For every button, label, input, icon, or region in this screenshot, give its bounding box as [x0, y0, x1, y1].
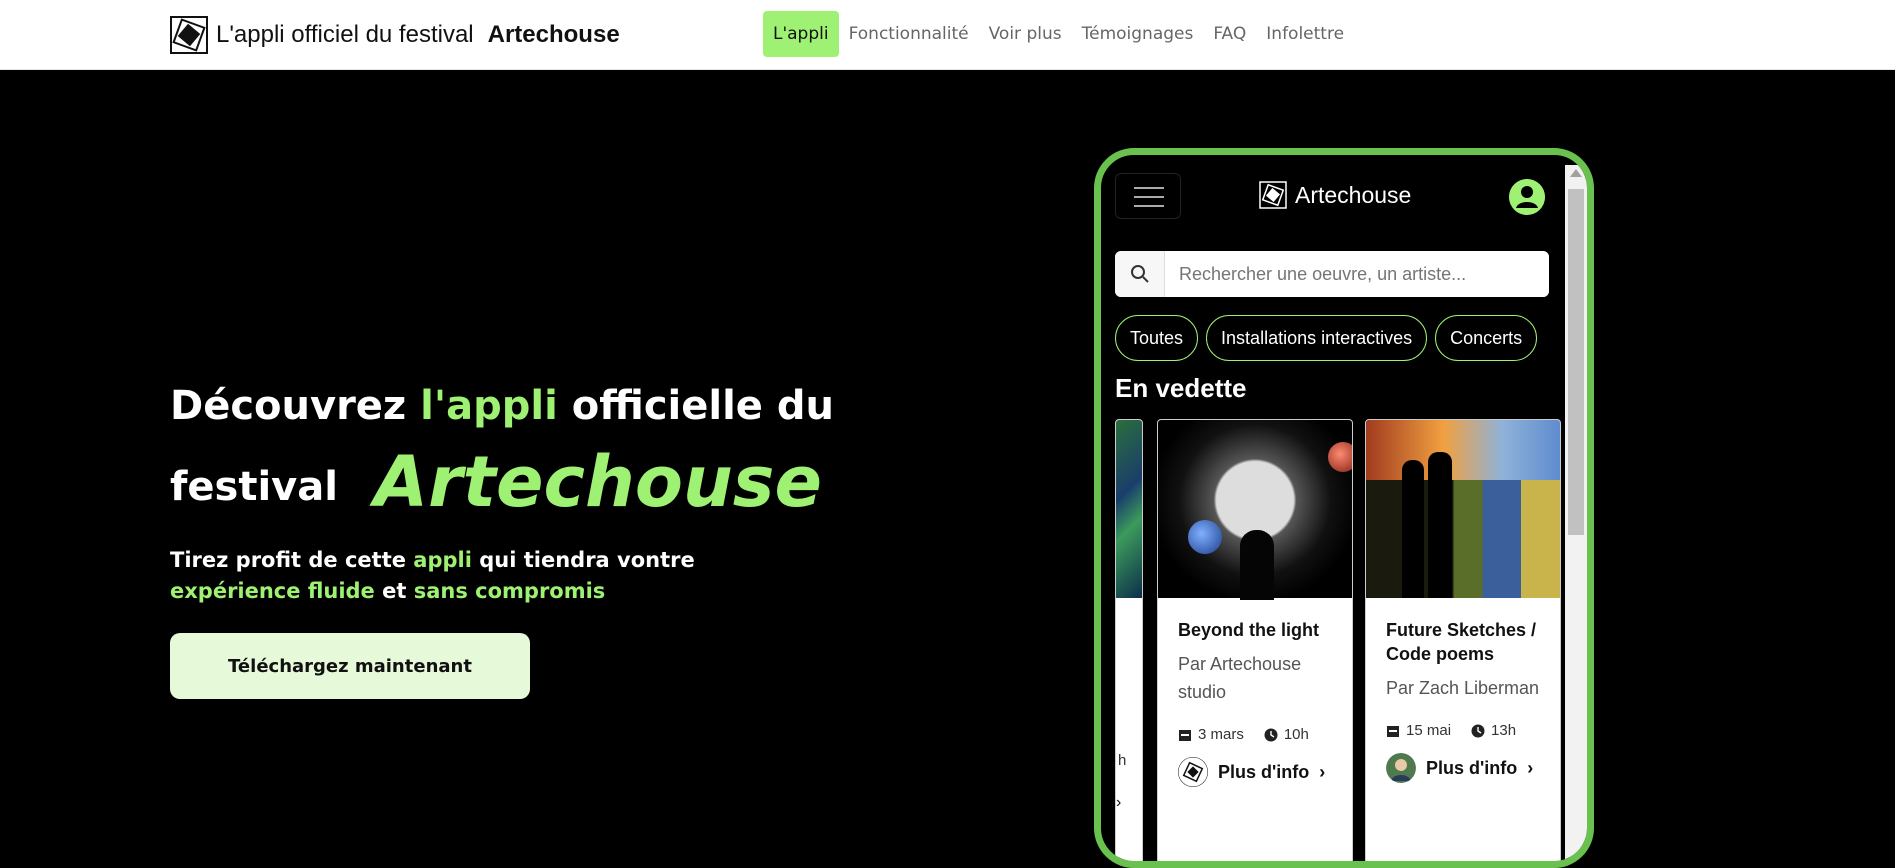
- chevron-right-icon: ›: [1116, 794, 1122, 811]
- sub-green2: expérience fluide: [170, 579, 375, 603]
- download-button[interactable]: Téléchargez maintenant: [170, 633, 530, 699]
- nav-fonctionnalite[interactable]: Fonctionnalité: [839, 10, 979, 58]
- brand-name: Artechouse: [487, 21, 620, 48]
- chip-installations[interactable]: Installations interactives: [1206, 315, 1428, 361]
- nav-faq[interactable]: FAQ: [1203, 10, 1256, 58]
- card-image: [1158, 420, 1352, 600]
- menu-line-icon: [1134, 187, 1164, 189]
- more-info-link[interactable]: Plus d'info ›: [1178, 757, 1332, 787]
- screen-colors-shape: [1366, 420, 1560, 480]
- nav-voir-plus[interactable]: Voir plus: [979, 10, 1072, 58]
- event-card-partial[interactable]: h ›: [1115, 419, 1143, 861]
- sub-green3: sans compromis: [413, 579, 606, 603]
- card-title: Future Sketches / Code poems: [1386, 620, 1537, 664]
- silhouette-shape: [1240, 530, 1274, 600]
- card-date-text: 3 mars: [1198, 726, 1244, 743]
- card-date: 3 mars: [1178, 726, 1244, 743]
- scrollbar-thumb[interactable]: [1568, 189, 1584, 535]
- card-artist: Par Zach Liberman: [1386, 678, 1540, 698]
- nav-infolettre[interactable]: Infolettre: [1256, 10, 1354, 58]
- search-bar: [1115, 251, 1549, 297]
- brand-prefix: L'appli officiel du festival: [216, 21, 474, 48]
- scroll-up-arrow-icon[interactable]: [1570, 169, 1582, 177]
- sub-part2: qui tiendra vontre: [479, 548, 695, 572]
- top-navbar: L'appli officiel du festival Artechouse …: [0, 0, 1895, 70]
- card-meta: 15 mai 13h: [1386, 722, 1540, 739]
- silhouette-shape: [1402, 460, 1424, 598]
- app-title[interactable]: Artechouse: [1259, 181, 1411, 209]
- headline-part1: Découvrez: [170, 383, 407, 429]
- headline-brand: Artechouse: [373, 441, 822, 523]
- headline-green: l'appli: [420, 383, 558, 429]
- card-time-text: 13h: [1491, 722, 1517, 739]
- chip-concerts[interactable]: Concerts: [1435, 315, 1538, 361]
- card-artist: Par Artechouse studio: [1178, 654, 1302, 702]
- planet-shape: [1188, 520, 1222, 554]
- card-time: 10h: [1264, 726, 1309, 743]
- featured-heading: En vedette: [1115, 373, 1247, 403]
- chevron-right-icon: ›: [1527, 757, 1534, 778]
- card-time: 13h: [1471, 722, 1516, 739]
- phone-mockup: Artechouse Toutes Installations interact…: [1094, 148, 1594, 868]
- app-title-text: Artechouse: [1295, 181, 1412, 208]
- event-card[interactable]: Future Sketches / Code poems Par Zach Li…: [1365, 419, 1561, 861]
- menu-line-icon: [1134, 196, 1164, 198]
- card-image: [1366, 420, 1560, 598]
- brand[interactable]: L'appli officiel du festival Artechouse: [170, 15, 620, 55]
- artechouse-logo-icon: [170, 16, 208, 54]
- search-icon[interactable]: [1115, 251, 1165, 297]
- nav-temoignages[interactable]: Témoignages: [1072, 10, 1204, 58]
- main-nav: L'appli Fonctionnalité Voir plus Témoign…: [763, 10, 1354, 58]
- more-info-link[interactable]: Plus d'info ›: [1386, 753, 1540, 783]
- calendar-icon: [1179, 729, 1191, 741]
- card-time-text: 10h: [1283, 726, 1309, 743]
- card-date: 15 mai: [1386, 722, 1451, 739]
- headline-part2: officielle du: [571, 383, 834, 429]
- menu-line-icon: [1134, 205, 1164, 207]
- hamburger-menu-button[interactable]: [1115, 173, 1181, 219]
- clock-icon: [1264, 728, 1278, 741]
- user-avatar-icon[interactable]: [1509, 179, 1545, 215]
- search-input[interactable]: [1165, 251, 1549, 297]
- artist-avatar-icon: [1386, 753, 1416, 783]
- silhouette-shape: [1428, 452, 1452, 598]
- card-time-fragment: h: [1118, 752, 1127, 769]
- planet-shape: [1328, 442, 1352, 472]
- artechouse-logo-icon: [1178, 757, 1208, 787]
- card-date-text: 15 mai: [1406, 722, 1452, 739]
- more-info-label: Plus d'info: [1426, 757, 1518, 778]
- more-info-label: Plus d'info: [1218, 761, 1310, 782]
- nav-lappli[interactable]: L'appli: [763, 11, 839, 57]
- hero-subtitle: Tirez profit de cette appli qui tiendra …: [170, 545, 695, 607]
- chevron-right-icon: ›: [1319, 761, 1326, 782]
- event-card[interactable]: Beyond the light Par Artechouse studio 3…: [1157, 419, 1353, 861]
- clock-icon: [1471, 724, 1485, 737]
- artechouse-logo-icon: [1259, 181, 1287, 209]
- chip-toutes[interactable]: Toutes: [1115, 315, 1199, 361]
- headline-part3: festival: [170, 464, 338, 510]
- sub-green1: appli: [413, 548, 472, 572]
- card-image: [1116, 420, 1142, 598]
- card-meta: 3 mars 10h: [1178, 726, 1332, 743]
- sub-part3: et: [382, 579, 407, 603]
- card-title: Beyond the light: [1178, 620, 1319, 640]
- phone-scrollbar[interactable]: [1565, 165, 1587, 861]
- sub-part1: Tirez profit de cette: [170, 548, 406, 572]
- category-chips: Toutes Installations interactives Concer…: [1115, 315, 1538, 361]
- hero-headline: Découvrez l'appli officielle du festival…: [170, 383, 834, 523]
- calendar-icon: [1387, 725, 1399, 737]
